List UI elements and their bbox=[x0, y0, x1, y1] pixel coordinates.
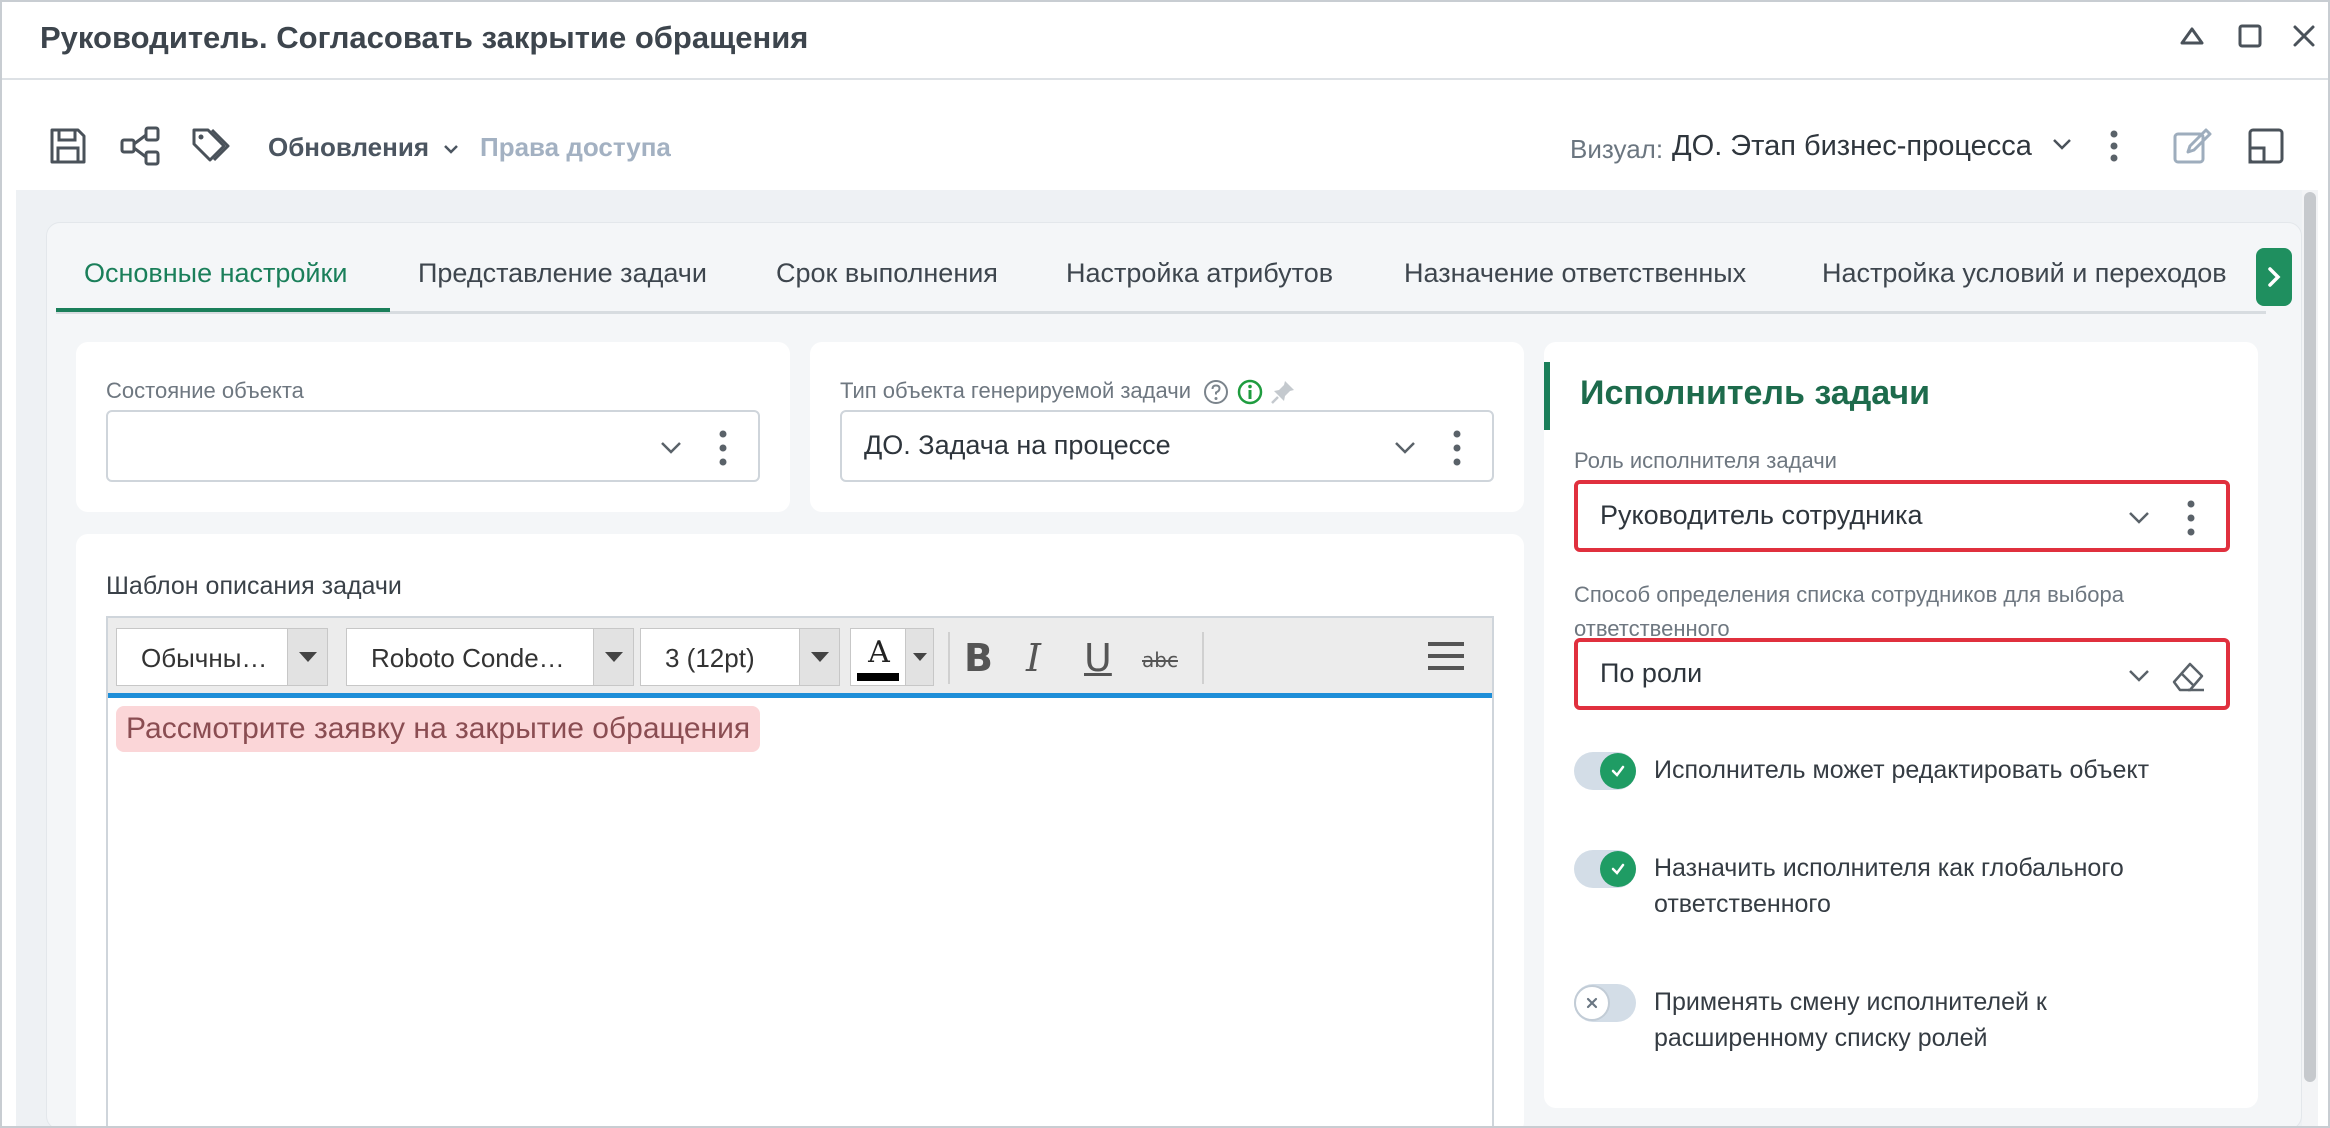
toolbar-divider bbox=[948, 632, 950, 684]
tab-main-settings[interactable]: Основные настройки bbox=[84, 258, 347, 289]
task-type-label: Тип объекта генерируемой задачи bbox=[840, 378, 1297, 406]
toolbar-divider bbox=[1202, 632, 1204, 684]
section-accent-bar bbox=[1544, 362, 1550, 430]
title-bar: Руководитель. Согласовать закрытие обращ… bbox=[2, 2, 2328, 80]
tab-deadline[interactable]: Срок выполнения bbox=[776, 258, 998, 289]
text-color-swatch bbox=[857, 673, 899, 681]
updates-label: Обновления bbox=[268, 132, 430, 162]
task-type-value: ДО. Задача на процессе bbox=[864, 430, 1171, 460]
selection-method-value: По роли bbox=[1600, 658, 1703, 688]
menu-icon[interactable] bbox=[1426, 638, 1466, 674]
eraser-icon[interactable] bbox=[2168, 656, 2208, 696]
more-vertical-icon[interactable] bbox=[716, 428, 730, 468]
save-icon[interactable] bbox=[44, 122, 92, 170]
font-family-select[interactable]: Roboto Conde… bbox=[346, 628, 634, 686]
assignee-section-title: Исполнитель задачи bbox=[1580, 374, 1930, 412]
assignee-role-select[interactable]: Руководитель сотрудника bbox=[1574, 480, 2230, 552]
description-template-label: Шаблон описания задачи bbox=[106, 572, 402, 600]
updates-menu[interactable]: Обновления bbox=[268, 132, 460, 165]
paragraph-style-value: Обычны… bbox=[141, 643, 268, 673]
toolbar: Обновления Права доступа Визуал: ДО. Эта… bbox=[2, 82, 2328, 190]
task-type-label-text: Тип объекта генерируемой задачи bbox=[840, 378, 1192, 403]
extended-roles-label-line1: Применять смену исполнителей к bbox=[1654, 988, 2047, 1016]
italic-button[interactable]: I bbox=[1026, 636, 1041, 680]
selection-method-label-line1: Способ определения списка сотрудников дл… bbox=[1574, 582, 2124, 607]
assignee-role-value: Руководитель сотрудника bbox=[1600, 500, 1923, 530]
close-icon[interactable] bbox=[2284, 16, 2324, 56]
access-rights-link[interactable]: Права доступа bbox=[480, 132, 671, 163]
open-window-icon[interactable] bbox=[2242, 122, 2290, 170]
toggle-knob bbox=[1574, 985, 1610, 1021]
chevron-down-icon bbox=[2050, 131, 2074, 164]
dialog-window: Руководитель. Согласовать закрытие обращ… bbox=[0, 0, 2330, 1128]
global-responsible-label-line2: ответственного bbox=[1654, 890, 1831, 918]
tab-bar: Основные настройки Представление задачи … bbox=[56, 250, 2266, 314]
assignee-role-label: Роль исполнителя задачи bbox=[1574, 448, 1837, 473]
toggle-knob bbox=[1600, 851, 1636, 887]
tags-icon[interactable] bbox=[188, 122, 236, 170]
paragraph-style-select[interactable]: Обычны… bbox=[116, 628, 328, 686]
object-state-select[interactable] bbox=[106, 410, 760, 482]
tabs-scroll-right-button[interactable] bbox=[2256, 248, 2292, 306]
tab-assign-responsible[interactable]: Назначение ответственных bbox=[1404, 258, 1746, 289]
scrollbar-thumb[interactable] bbox=[2304, 192, 2316, 1082]
extended-roles-label: Применять смену исполнителей к расширенн… bbox=[1654, 984, 2254, 1056]
visual-select[interactable]: ДО. Этап бизнес-процесса bbox=[1672, 130, 2074, 164]
more-vertical-icon[interactable] bbox=[2090, 122, 2138, 170]
tab-attributes[interactable]: Настройка атрибутов bbox=[1066, 258, 1333, 289]
extended-roles-toggle[interactable] bbox=[1574, 984, 1636, 1022]
selection-method-label: Способ определения списка сотрудников дл… bbox=[1574, 578, 2124, 646]
process-diagram-icon[interactable] bbox=[116, 122, 164, 170]
toggle-knob bbox=[1600, 753, 1636, 789]
collapse-icon[interactable] bbox=[2172, 16, 2212, 56]
global-responsible-label-line1: Назначить исполнителя как глобального bbox=[1654, 854, 2124, 882]
check-icon bbox=[1611, 765, 1625, 777]
strikethrough-button[interactable]: abc bbox=[1142, 648, 1178, 672]
dropdown-arrow-icon bbox=[287, 629, 327, 685]
global-responsible-label: Назначить исполнителя как глобального от… bbox=[1654, 850, 2254, 922]
text-color-picker[interactable]: A bbox=[850, 628, 934, 686]
chevron-down-icon bbox=[442, 134, 460, 165]
dropdown-arrow-icon bbox=[799, 629, 839, 685]
can-edit-object-label: Исполнитель может редактировать объект bbox=[1654, 752, 2254, 788]
chevron-down-icon bbox=[2129, 512, 2149, 524]
tab-task-view[interactable]: Представление задачи bbox=[418, 258, 707, 289]
can-edit-object-label-line1: Исполнитель может редактировать объект bbox=[1654, 756, 2150, 784]
editor-toolbar: Обычны… Roboto Conde… 3 (12pt) A B I U a… bbox=[108, 618, 1492, 698]
window-title: Руководитель. Согласовать закрытие обращ… bbox=[40, 20, 809, 55]
chevron-right-icon bbox=[2268, 267, 2281, 287]
visual-value: ДО. Этап бизнес-процесса bbox=[1672, 130, 2032, 162]
can-edit-object-toggle[interactable] bbox=[1574, 752, 1636, 790]
x-icon bbox=[1586, 997, 1598, 1009]
global-responsible-toggle[interactable] bbox=[1574, 850, 1636, 888]
selection-method-select[interactable]: По роли bbox=[1574, 638, 2230, 710]
chevron-down-icon bbox=[661, 442, 681, 454]
text-color-letter: A bbox=[868, 635, 890, 670]
underline-button[interactable]: U bbox=[1084, 636, 1112, 680]
object-state-label: Состояние объекта bbox=[106, 378, 304, 403]
dropdown-arrow-icon bbox=[593, 629, 633, 685]
font-size-select[interactable]: 3 (12pt) bbox=[640, 628, 840, 686]
font-size-value: 3 (12pt) bbox=[665, 643, 755, 673]
chevron-down-icon bbox=[2129, 670, 2149, 682]
edit-icon[interactable] bbox=[2168, 122, 2216, 170]
more-vertical-icon[interactable] bbox=[2184, 498, 2198, 538]
task-type-select[interactable]: ДО. Задача на процессе bbox=[840, 410, 1494, 482]
editor-content[interactable]: Рассмотрите заявку на закрытие обращения bbox=[116, 706, 761, 752]
rich-text-editor[interactable]: Обычны… Roboto Conde… 3 (12pt) A B I U a… bbox=[106, 616, 1494, 1126]
chevron-down-icon bbox=[1395, 442, 1415, 454]
maximize-icon[interactable] bbox=[2230, 16, 2270, 56]
pin-icon[interactable] bbox=[1269, 378, 1297, 406]
dropdown-arrow-icon bbox=[905, 629, 933, 685]
font-family-value: Roboto Conde… bbox=[371, 643, 565, 673]
more-vertical-icon[interactable] bbox=[1450, 428, 1464, 468]
tab-conditions-transitions[interactable]: Настройка условий и переходов bbox=[1822, 258, 2227, 289]
active-tab-indicator bbox=[56, 308, 390, 312]
check-icon bbox=[1611, 863, 1625, 875]
extended-roles-label-line2: расширенному списку ролей bbox=[1654, 1024, 1988, 1052]
visual-label: Визуал: bbox=[1570, 134, 1664, 164]
help-icon[interactable] bbox=[1203, 379, 1229, 405]
info-icon[interactable] bbox=[1237, 379, 1263, 405]
bold-button[interactable]: B bbox=[964, 636, 993, 680]
